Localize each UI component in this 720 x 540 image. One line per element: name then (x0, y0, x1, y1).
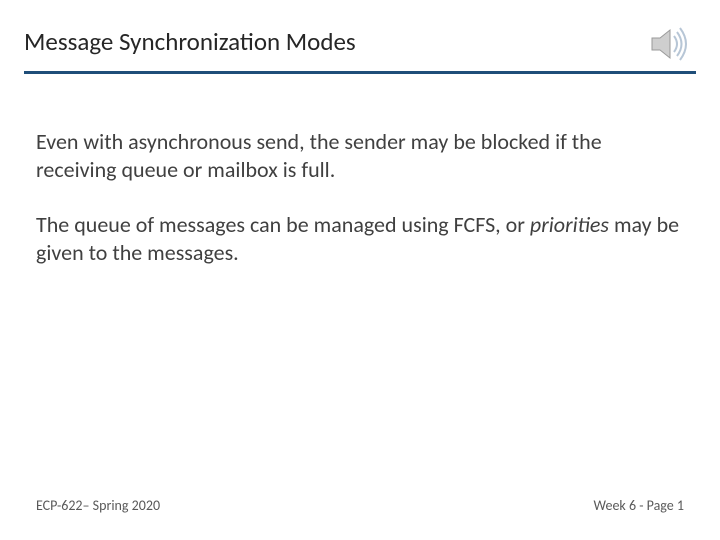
paragraph-2-part-a: The queue of messages can be managed usi… (36, 211, 530, 238)
slide-body: Even with asynchronous send, the sender … (36, 128, 684, 294)
slide-header: Message Synchronization Modes (24, 26, 696, 74)
paragraph-2-emphasis: priorities (530, 211, 609, 238)
slide: Message Synchronization Modes Even with … (0, 0, 720, 540)
title-underline (24, 71, 696, 74)
paragraph-2: The queue of messages can be managed usi… (36, 211, 684, 266)
slide-title: Message Synchronization Modes (24, 26, 696, 57)
audio-speaker-icon[interactable] (646, 22, 690, 66)
footer-right: Week 6 - Page 1 (594, 497, 684, 514)
footer-left: ECP-622– Spring 2020 (36, 497, 160, 514)
slide-footer: ECP-622– Spring 2020 Week 6 - Page 1 (36, 497, 684, 514)
paragraph-1: Even with asynchronous send, the sender … (36, 128, 684, 183)
